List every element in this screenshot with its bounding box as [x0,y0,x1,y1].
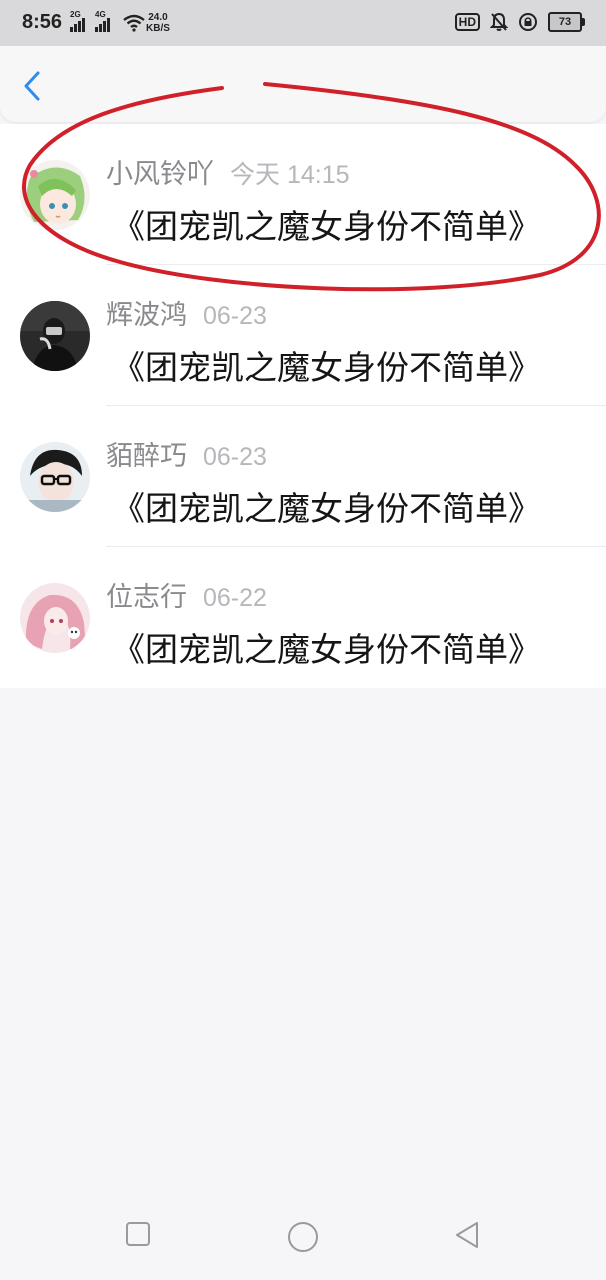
message-time: 今天 14:15 [230,161,350,189]
sender-name: 貊醉巧 [106,441,187,472]
home-circle-icon[interactable] [286,1220,320,1254]
message-text: 《团宠凯之魔女身份不简单》 [112,348,541,387]
sender-name: 辉波鸿 [106,300,187,331]
avatar-image [20,301,90,371]
message-time: 06-23 [203,302,267,330]
item-meta: 貊醉巧 06-23 [106,434,267,473]
sender-name: 小风铃吖 [106,159,214,190]
wifi-icon [123,14,145,32]
chevron-left-icon[interactable] [18,68,50,104]
signal-label-1: 2G [70,10,81,19]
avatar[interactable] [20,301,90,371]
message-time: 06-23 [203,443,267,471]
avatar[interactable] [20,583,90,653]
sender-name: 位志行 [106,582,187,613]
speed-value: 24.0 [148,12,168,23]
list-item[interactable]: 小风铃吖 今天 14:15 《团宠凯之魔女身份不简单》 [0,124,606,265]
speed-unit: KB/S [146,23,170,34]
avatar-image [20,442,90,512]
lock-rotation-icon [519,13,537,31]
avatar[interactable] [20,442,90,512]
header [0,46,606,122]
signal-icon: 2G [70,10,85,32]
message-text: 《团宠凯之魔女身份不简单》 [112,207,541,246]
mute-icon [490,12,508,31]
list-item[interactable]: 位志行 06-22 《团宠凯之魔女身份不简单》 [0,547,606,688]
battery-icon: 73 [548,12,585,32]
status-bar: 8:56 2G 4G 24.0 KB/S HD 73 [0,0,606,46]
status-time: 8:56 [22,11,63,33]
item-meta: 辉波鸿 06-23 [106,293,267,332]
avatar-image [20,583,90,653]
back-triangle-icon[interactable] [452,1220,482,1250]
message-text: 《团宠凯之魔女身份不简单》 [112,489,541,528]
item-meta: 位志行 06-22 [106,575,267,614]
conversation-list: 小风铃吖 今天 14:15 《团宠凯之魔女身份不简单》 辉波鸿 06-23 《团… [0,124,606,688]
screen: 8:56 2G 4G 24.0 KB/S HD 73 小风铃吖 今天 14:15… [0,0,606,1280]
hd-icon: HD [454,13,480,31]
message-time: 06-22 [203,584,267,612]
item-meta: 小风铃吖 今天 14:15 [106,152,350,191]
avatar[interactable] [20,160,90,230]
list-item[interactable]: 貊醉巧 06-23 《团宠凯之魔女身份不简单》 [0,406,606,547]
signal-icon: 4G [95,10,110,32]
status-icons-right: HD 73 [454,12,585,32]
battery-level: 73 [558,16,572,28]
network-speed: 24.0 KB/S [146,12,170,34]
list-item[interactable]: 辉波鸿 06-23 《团宠凯之魔女身份不简单》 [0,265,606,406]
recent-apps-square-icon[interactable] [124,1220,152,1248]
signal-label-2: 4G [95,10,106,19]
signal-group: 2G 4G [70,10,146,32]
message-text: 《团宠凯之魔女身份不简单》 [112,630,541,669]
avatar-image [20,160,90,230]
system-nav-bar [0,1200,606,1280]
